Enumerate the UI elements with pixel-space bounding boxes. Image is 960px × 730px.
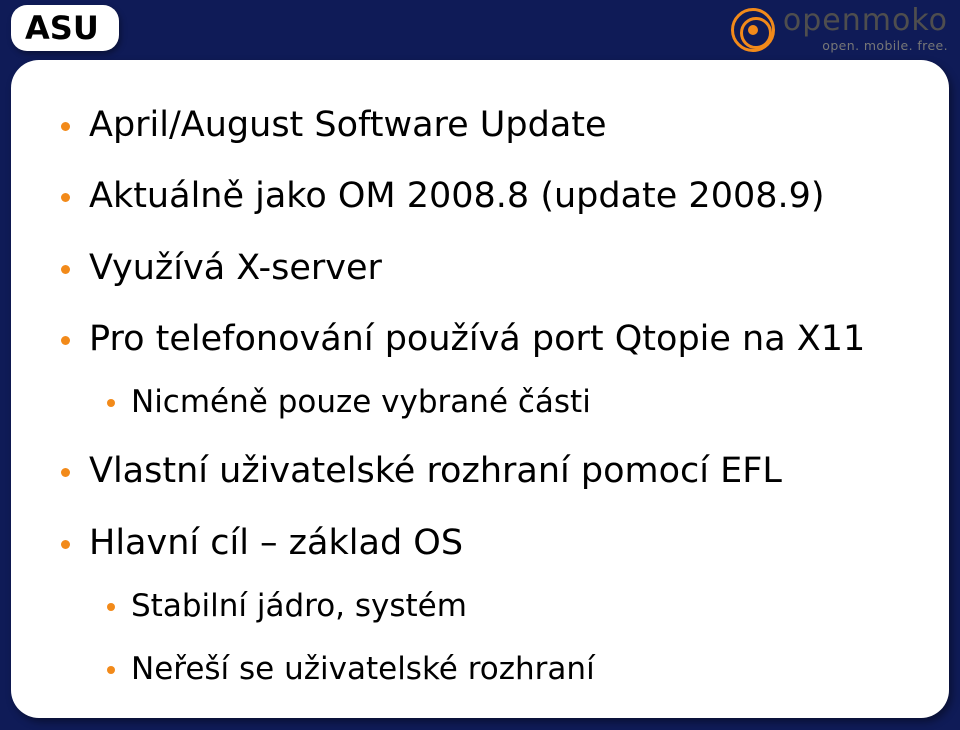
list-item: Pro telefonování používá port Qtopie na … [55, 316, 913, 425]
bullet-text: Využívá X-server [89, 248, 382, 288]
list-item: Využívá X-server [55, 245, 913, 292]
bullet-text: Neřeší se uživatelské rozhraní [131, 651, 595, 687]
slide: ASU openmoko open. mobile. free. April/A… [0, 0, 960, 730]
bullet-list: Stabilní jádro, systém Neřeší se uživate… [89, 585, 913, 692]
content-panel: April/August Software Update Aktuálně ja… [11, 60, 949, 718]
bullet-text: Pro telefonování používá port Qtopie na … [89, 319, 865, 359]
list-item: Aktuálně jako OM 2008.8 (update 2008.9) [55, 173, 913, 220]
logo-text: openmoko open. mobile. free. [783, 6, 948, 53]
bullet-text: Aktuálně jako OM 2008.8 (update 2008.9) [89, 176, 825, 216]
list-item: Hlavní cíl – základ OS Stabilní jádro, s… [55, 520, 913, 692]
bullet-list: Nicméně pouze vybrané části [89, 381, 913, 424]
list-item: Stabilní jádro, systém [89, 585, 913, 628]
logo-tagline: open. mobile. free. [783, 38, 948, 53]
list-item: Nicméně pouze vybrané části [89, 381, 913, 424]
logo: openmoko open. mobile. free. [731, 6, 948, 53]
slide-title: ASU [25, 9, 99, 47]
slide-title-box: ASU [11, 5, 119, 51]
logo-brand: openmoko [783, 6, 948, 36]
bullet-list: April/August Software Update Aktuálně ja… [55, 102, 913, 692]
list-item: Neřeší se uživatelské rozhraní [89, 648, 913, 691]
bullet-text: Nicméně pouze vybrané části [131, 384, 591, 420]
openmoko-logo-icon [731, 8, 775, 52]
list-item: Vlastní uživatelské rozhraní pomocí EFL [55, 448, 913, 495]
bullet-text: Hlavní cíl – základ OS [89, 523, 463, 563]
bullet-text: April/August Software Update [89, 105, 607, 145]
list-item: April/August Software Update [55, 102, 913, 149]
bullet-text: Stabilní jádro, systém [131, 588, 467, 624]
bullet-text: Vlastní uživatelské rozhraní pomocí EFL [89, 451, 782, 491]
